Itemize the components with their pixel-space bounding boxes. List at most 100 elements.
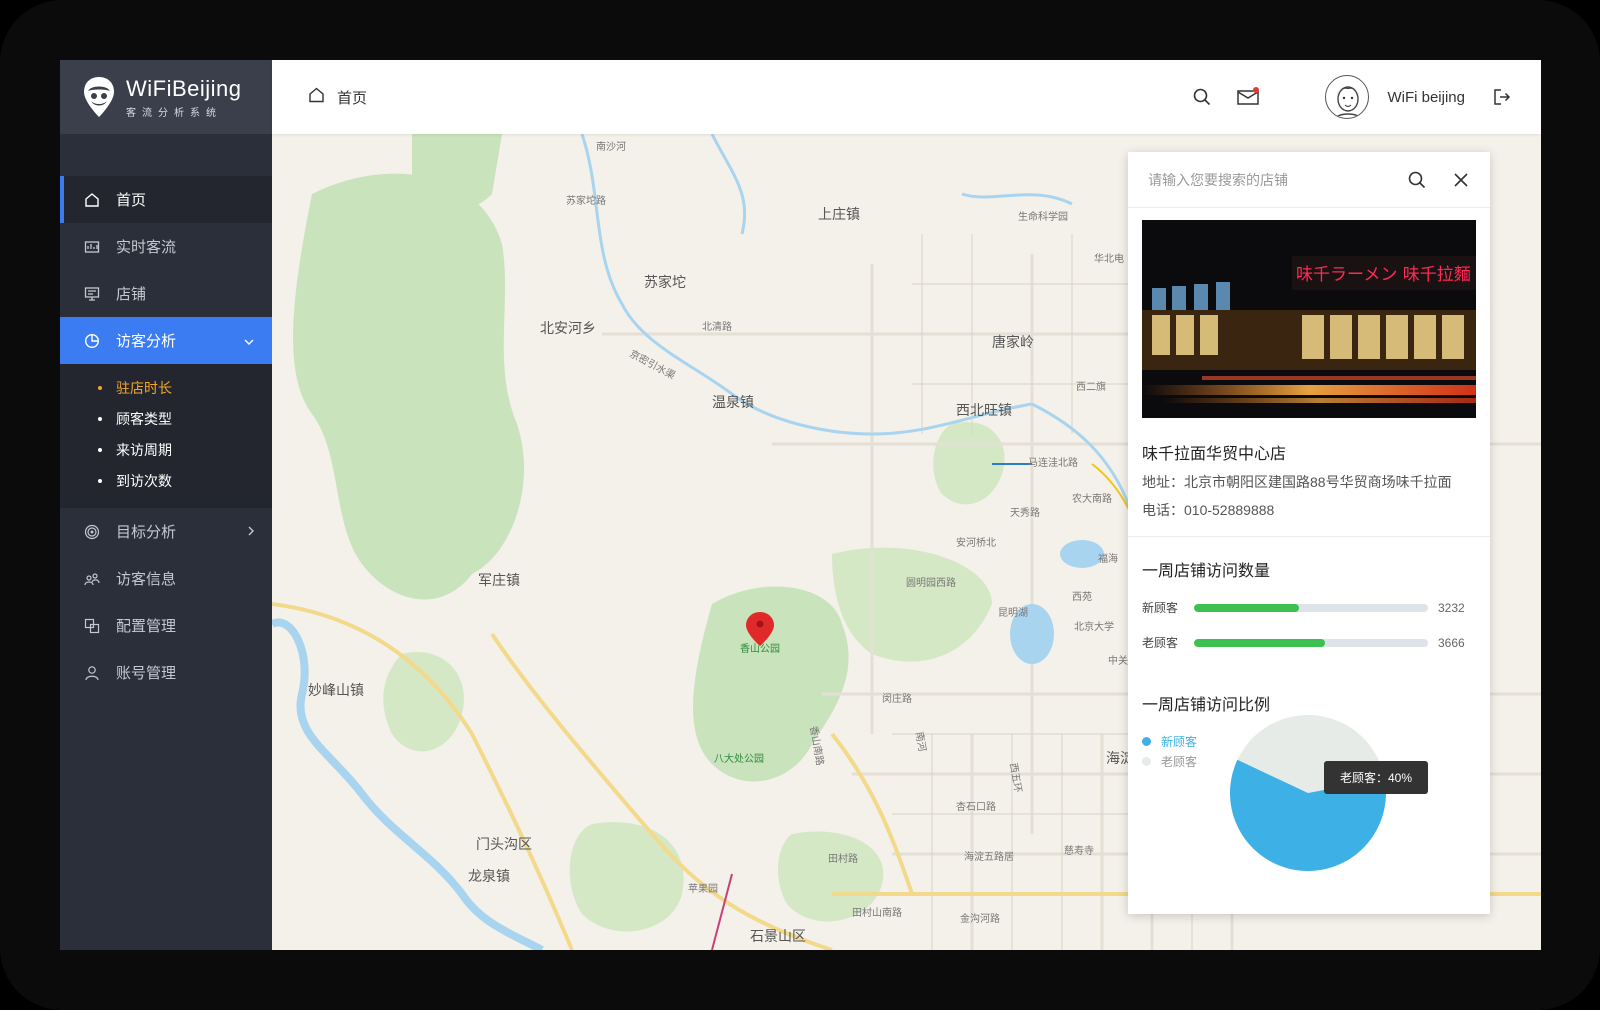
map-label: 南沙河 <box>596 142 626 153</box>
submenu-item-label: 到访次数 <box>116 472 172 489</box>
progress-fill <box>1194 603 1300 612</box>
submenu-item-label: 驻店时长 <box>116 379 172 396</box>
chevron-right-icon <box>248 525 254 539</box>
bullet-icon <box>98 385 102 390</box>
weekly-ratio-title: 一周店铺访问比例 <box>1142 697 1271 714</box>
logo-subtitle: 客流分析系统 <box>126 107 222 119</box>
messages-button[interactable] <box>1233 82 1263 112</box>
store-search-input[interactable] <box>1148 171 1402 188</box>
map-label: 门头沟区 <box>476 836 532 852</box>
map-label: 天秀路 <box>1010 508 1040 519</box>
sidebar-item-store[interactable]: 店铺 <box>60 270 272 317</box>
map-label: 八大处公园 <box>714 754 764 765</box>
sidebar-item-label: 访客分析 <box>116 333 177 350</box>
logo-title: WiFiBeijing <box>126 75 242 101</box>
sidebar-item-target-analysis[interactable]: 目标分析 <box>60 508 272 555</box>
legend-swatch <box>1142 736 1151 746</box>
legend-swatch <box>1142 756 1151 766</box>
map-label: 田村路 <box>828 854 858 865</box>
map-label: 安河桥北 <box>956 538 996 549</box>
map-label: 香山公园 <box>740 644 780 655</box>
map-label: 上庄镇 <box>818 206 860 222</box>
legend-item-returning[interactable]: 老顾客 <box>1142 751 1197 771</box>
sidebar-item-label: 账号管理 <box>116 665 177 682</box>
home-icon <box>308 87 325 107</box>
map-label: 西北旺镇 <box>956 402 1012 418</box>
bullet-icon <box>98 478 102 483</box>
account-icon <box>84 665 100 681</box>
map-label: 温泉镇 <box>712 394 754 410</box>
target-icon <box>84 524 100 540</box>
home-icon <box>84 192 100 208</box>
sidebar-item-home[interactable]: 首页 <box>60 176 272 223</box>
avatar[interactable] <box>1325 75 1370 119</box>
map-label: 金沟河路 <box>960 914 1000 925</box>
close-button[interactable] <box>1446 165 1476 195</box>
legend-label: 老顾客 <box>1161 754 1198 769</box>
map-label: 龙泉镇 <box>468 868 510 884</box>
bar-label: 新顾客 <box>1142 601 1179 615</box>
sidebar-item-label: 目标分析 <box>116 524 177 541</box>
map-label: 北安河乡 <box>540 320 596 336</box>
logo-pin-icon <box>82 75 116 119</box>
weekly-visits-title: 一周店铺访问数量 <box>1142 563 1271 580</box>
submenu-item-label: 来访周期 <box>116 441 172 458</box>
visitor-analysis-submenu: 驻店时长 顾客类型 来访周期 到访次数 <box>60 364 272 508</box>
sidebar-item-label: 实时客流 <box>116 239 177 256</box>
device-frame: WiFiBeijing 客流分析系统 首页 实时客流 店铺 访客分析 驻店时长 … <box>0 0 1600 1010</box>
submenu-item-customer-type[interactable]: 顾客类型 <box>60 403 272 434</box>
store-icon <box>84 286 100 302</box>
search-button[interactable] <box>1402 165 1432 195</box>
logout-icon <box>1494 89 1511 105</box>
sidebar-item-realtime[interactable]: 实时客流 <box>60 223 272 270</box>
submenu-item-visit-cycle[interactable]: 来访周期 <box>60 434 272 465</box>
progress-track <box>1194 603 1428 612</box>
logout-button[interactable] <box>1487 82 1517 112</box>
store-phone: 电话：010-52889888 <box>1142 502 1275 518</box>
map-label: 中关 <box>1108 656 1128 667</box>
sidebar: WiFiBeijing 客流分析系统 首页 实时客流 店铺 访客分析 驻店时长 … <box>60 60 272 950</box>
map-label: 福海 <box>1098 554 1118 565</box>
submenu-item-visit-count[interactable]: 到访次数 <box>60 465 272 496</box>
sidebar-item-config[interactable]: 配置管理 <box>60 602 272 649</box>
legend-item-new[interactable]: 新顾客 <box>1142 731 1197 751</box>
chart-tooltip: 老顾客：40% <box>1324 761 1429 794</box>
map-label: 西苑 <box>1072 592 1092 603</box>
bar-value: 3232 <box>1438 600 1465 615</box>
search-button[interactable] <box>1187 82 1217 112</box>
bar-row-returning: 老顾客 3666 <box>1142 634 1476 651</box>
map-label: 圆明园西路 <box>906 578 956 589</box>
bullet-icon <box>98 416 102 421</box>
submenu-item-dwell-time[interactable]: 驻店时长 <box>60 372 272 403</box>
sidebar-item-label: 首页 <box>116 192 147 209</box>
sidebar-item-visitor-info[interactable]: 访客信息 <box>60 555 272 602</box>
legend-label: 新顾客 <box>1161 734 1198 749</box>
users-icon <box>84 571 100 587</box>
map-label: 石景山区 <box>750 928 806 944</box>
app-screen: WiFiBeijing 客流分析系统 首页 实时客流 店铺 访客分析 驻店时长 … <box>60 60 1541 950</box>
config-icon <box>84 618 100 634</box>
bullet-icon <box>98 447 102 452</box>
username[interactable]: WiFi beijing <box>1387 89 1465 106</box>
top-bar: 首页 WiFi beijing <box>272 60 1541 134</box>
sidebar-item-visitor-analysis[interactable]: 访客分析 <box>60 317 272 364</box>
breadcrumb-label: 首页 <box>337 89 368 107</box>
divider <box>1128 536 1490 537</box>
pie-chart-area: 新顾客 老顾客 老顾客：40% <box>1128 715 1490 895</box>
map-label: 军庄镇 <box>478 572 520 588</box>
map-label: 南河 <box>912 731 928 753</box>
map-label: 马连洼北路 <box>1028 458 1078 469</box>
logo[interactable]: WiFiBeijing 客流分析系统 <box>60 60 272 134</box>
map-label: 华北电 <box>1094 254 1124 265</box>
realtime-icon <box>84 239 100 255</box>
search-icon <box>1194 88 1211 106</box>
map-label: 苏家坨路 <box>566 196 606 207</box>
store-name: 味千拉面华贸中心店 <box>1142 446 1287 463</box>
progress-track <box>1194 638 1428 647</box>
bar-label: 老顾客 <box>1142 636 1179 650</box>
breadcrumb[interactable]: 首页 <box>308 87 367 108</box>
chevron-down-icon <box>244 334 254 348</box>
map-label: 昆明湖 <box>998 608 1028 619</box>
sidebar-item-account[interactable]: 账号管理 <box>60 649 272 696</box>
close-icon <box>1454 172 1468 187</box>
